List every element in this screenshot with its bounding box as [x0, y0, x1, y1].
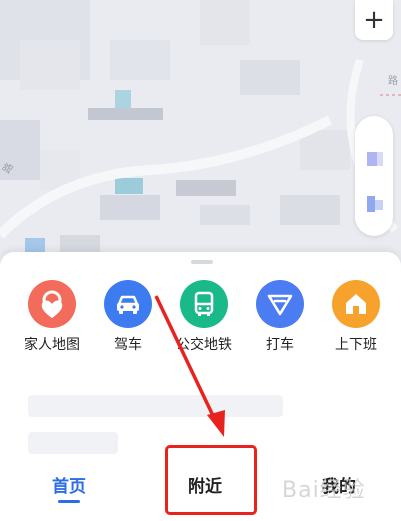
annotation-highlight-box — [165, 445, 257, 515]
annotation-arrow — [154, 295, 225, 437]
watermark: Bai经验 — [282, 478, 366, 503]
